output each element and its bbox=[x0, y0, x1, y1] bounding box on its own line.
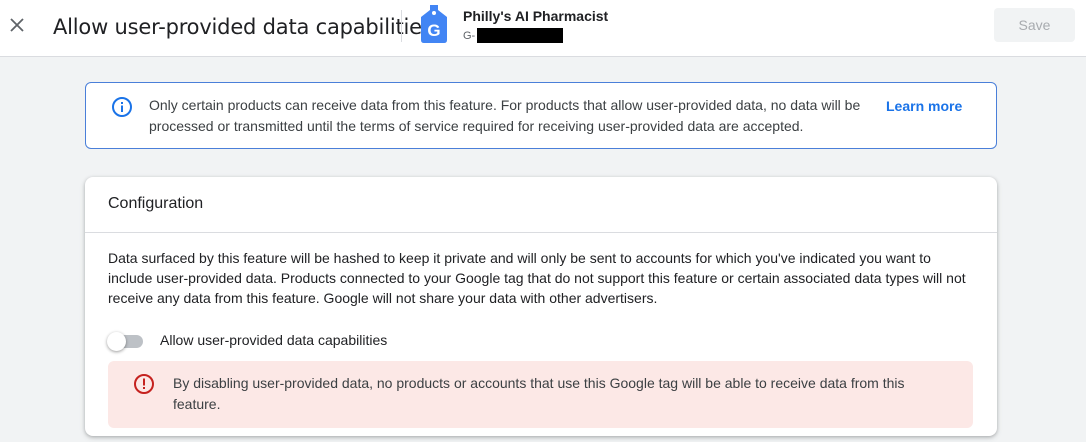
google-tag-icon: G bbox=[421, 5, 447, 43]
close-icon bbox=[10, 18, 24, 32]
info-banner-text: Only certain products can receive data f… bbox=[149, 97, 861, 134]
account-id: G- bbox=[463, 28, 564, 43]
svg-text:G: G bbox=[427, 21, 440, 40]
learn-more-link[interactable]: Learn more bbox=[886, 98, 962, 114]
configuration-card: Configuration Data surfaced by this feat… bbox=[85, 177, 997, 436]
info-icon bbox=[112, 97, 132, 117]
save-button[interactable]: Save bbox=[994, 8, 1075, 42]
toggle-thumb bbox=[107, 332, 126, 351]
account-id-prefix: G- bbox=[463, 29, 476, 42]
top-bar: Allow user-provided data capabilities G … bbox=[0, 0, 1086, 57]
page-title: Allow user-provided data capabilities bbox=[53, 15, 433, 39]
card-divider bbox=[85, 232, 997, 233]
warning-text: By disabling user-provided data, no prod… bbox=[173, 375, 905, 412]
redacted-id bbox=[477, 28, 564, 43]
error-icon bbox=[134, 374, 154, 394]
header-divider bbox=[401, 10, 402, 42]
allow-user-data-toggle[interactable] bbox=[107, 331, 145, 351]
info-banner: Only certain products can receive data f… bbox=[85, 82, 997, 149]
card-title: Configuration bbox=[108, 195, 204, 212]
configuration-description: Data surfaced by this feature will be ha… bbox=[108, 250, 966, 306]
toggle-row: Allow user-provided data capabilities bbox=[107, 329, 387, 353]
close-button[interactable] bbox=[6, 14, 28, 36]
warning-banner: By disabling user-provided data, no prod… bbox=[108, 361, 973, 428]
toggle-label: Allow user-provided data capabilities bbox=[160, 332, 388, 348]
account-name: Philly's AI Pharmacist bbox=[463, 8, 609, 24]
